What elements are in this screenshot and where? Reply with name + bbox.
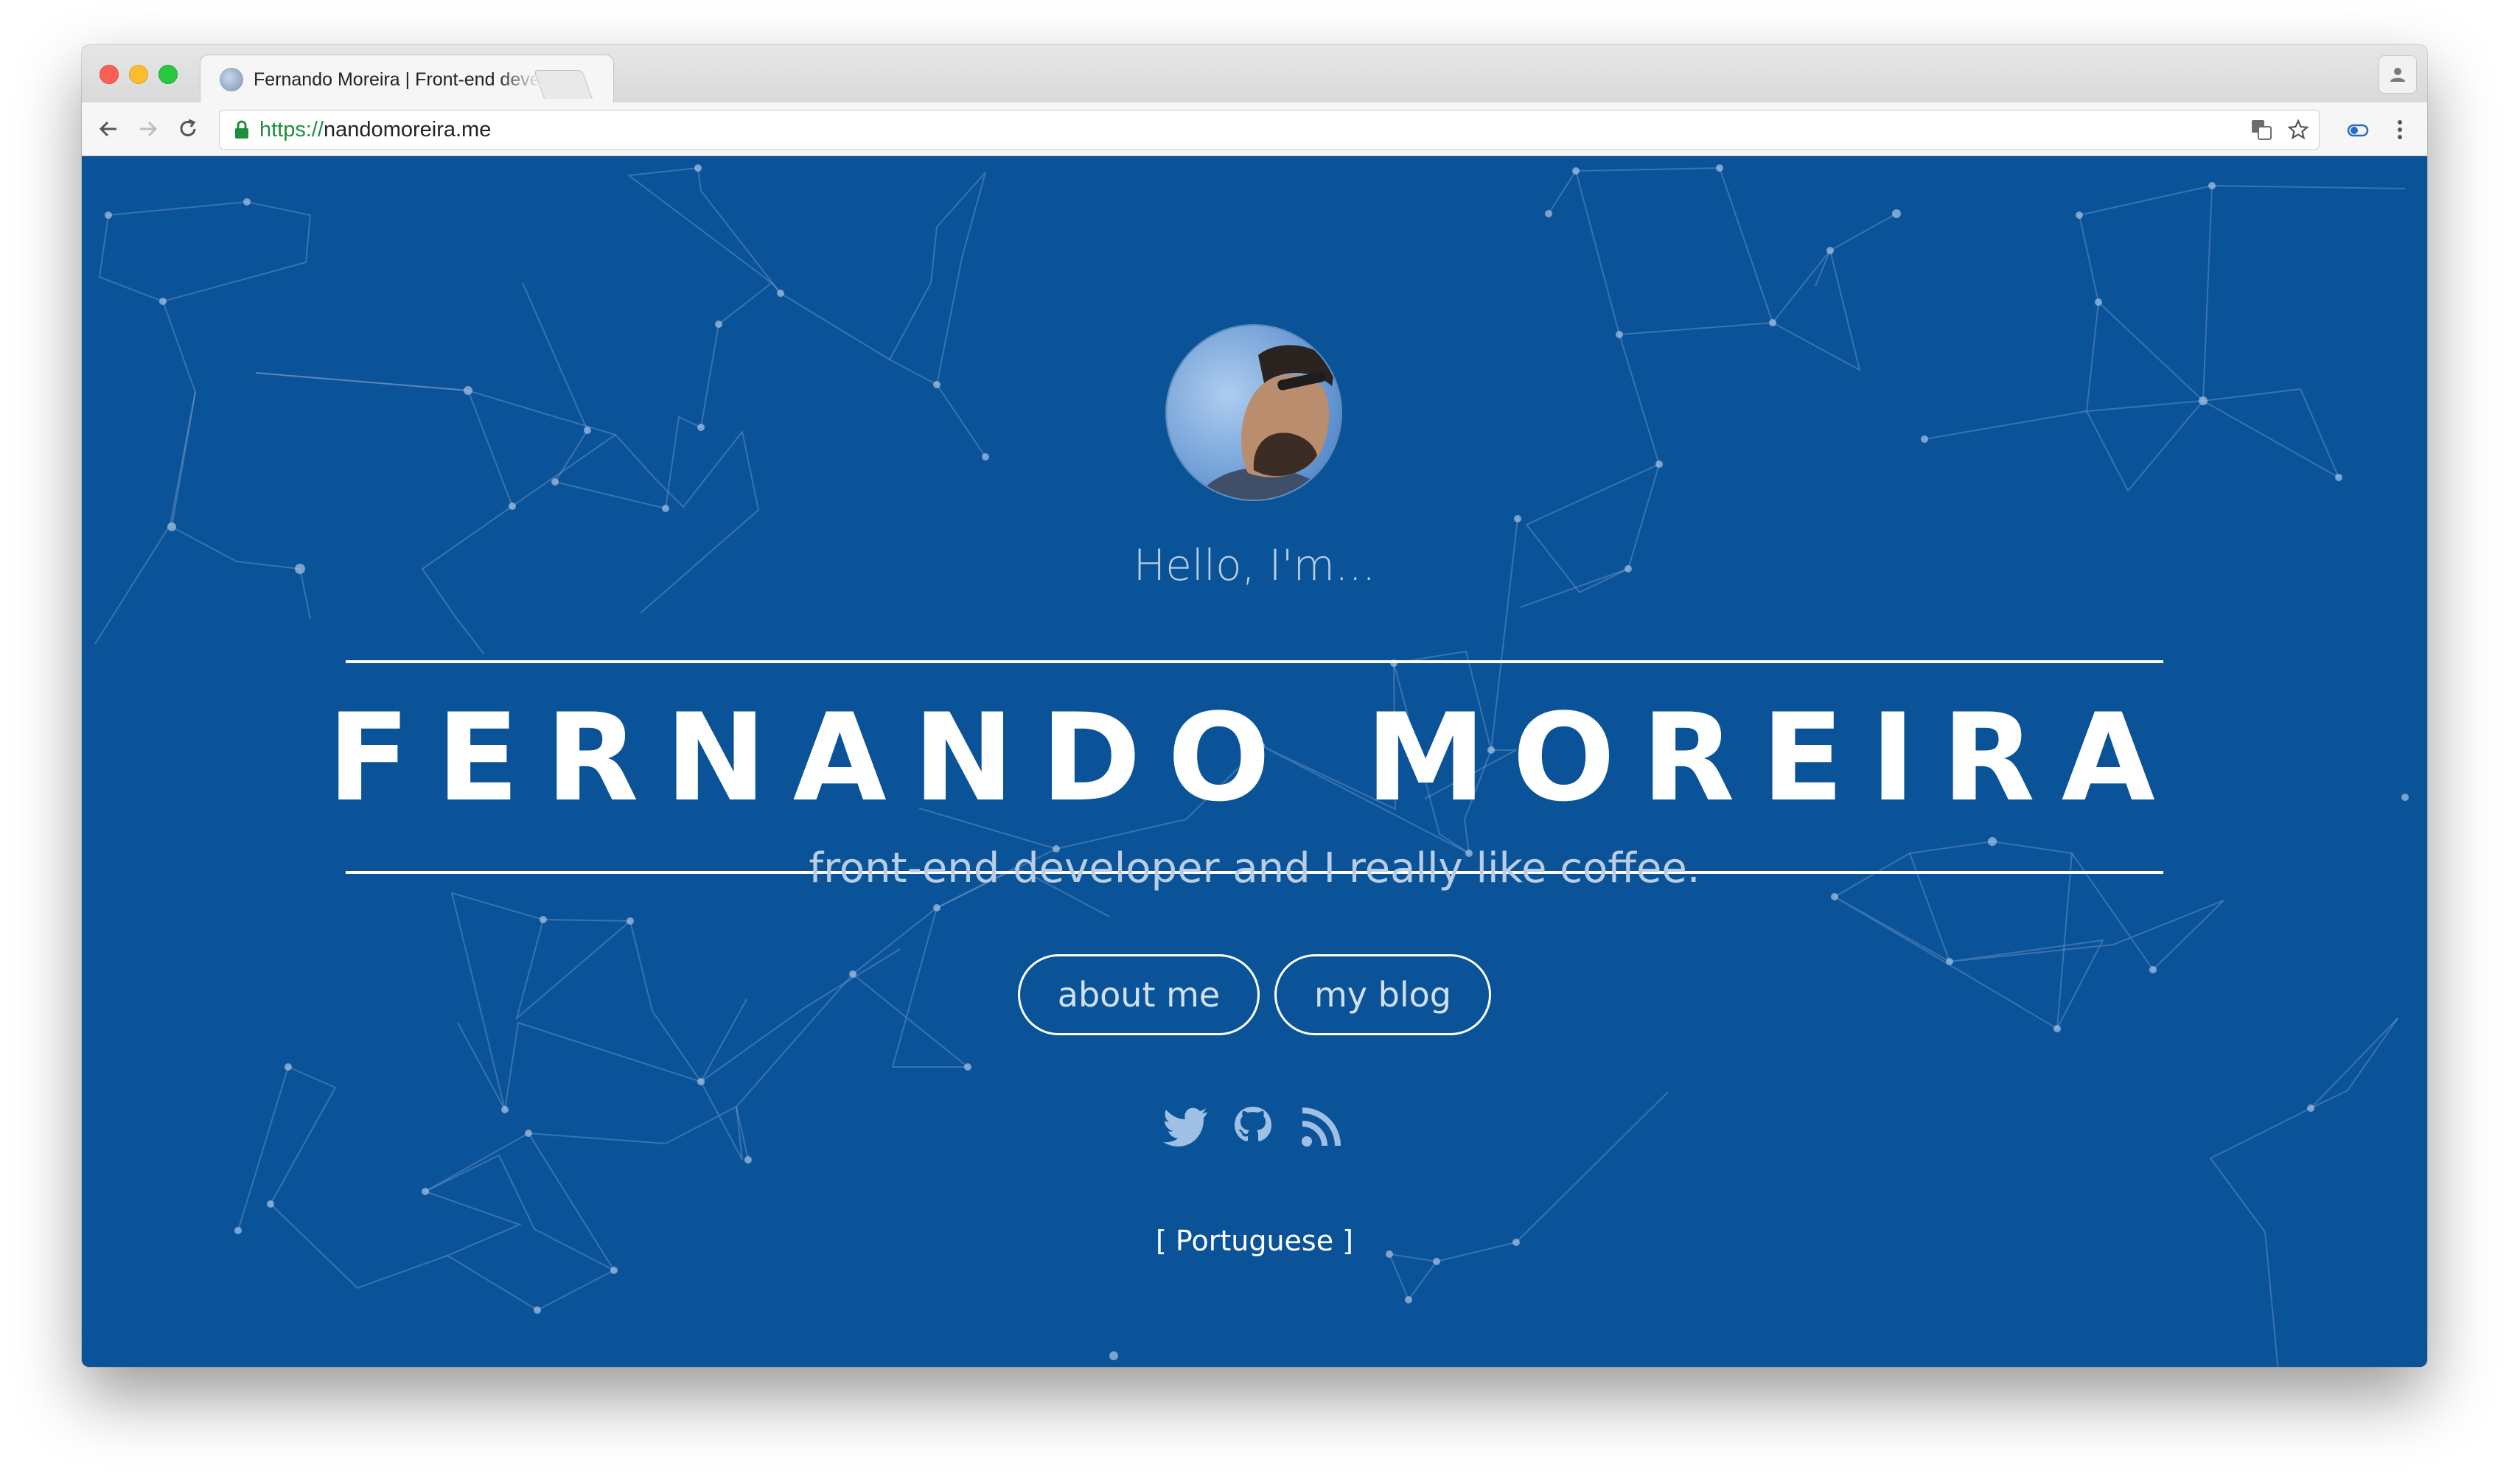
github-link[interactable] (1227, 1102, 1279, 1153)
address-bar[interactable]: https://nandomoreira.me (219, 110, 2320, 150)
translate-button[interactable] (2248, 116, 2275, 143)
browser-window: Fernando Moreira | Front-end developer × (82, 45, 2427, 1367)
star-icon (2287, 119, 2309, 140)
toggle-extension-icon (2347, 124, 2369, 137)
more-vert-icon (2398, 120, 2402, 139)
extension-button[interactable] (2345, 117, 2371, 144)
greeting-text: Hello, I'm... (1133, 540, 1376, 590)
profile-photo (1167, 326, 1341, 500)
page-title: FERNANDO MOREIRA (327, 687, 2182, 828)
omnibox-actions (2248, 116, 2311, 143)
favicon-icon (220, 68, 243, 91)
profile-button[interactable] (2379, 55, 2417, 94)
back-button[interactable] (92, 113, 125, 145)
reload-icon (180, 119, 196, 136)
tab-strip: Fernando Moreira | Front-end developer × (82, 45, 2427, 104)
person-icon (2390, 68, 2405, 82)
twitter-icon (1163, 1107, 1207, 1147)
maximize-window-button[interactable] (158, 65, 178, 84)
url-host: nandomoreira.me (324, 117, 492, 141)
tagline-text: front-end developer and I really like co… (809, 844, 1700, 892)
minimize-window-button[interactable] (129, 65, 148, 84)
top-divider (346, 660, 2163, 663)
about-me-button[interactable]: about me (1018, 954, 1260, 1035)
window-controls (100, 65, 178, 84)
lock-icon (235, 120, 248, 139)
my-blog-button[interactable]: my blog (1274, 954, 1491, 1035)
new-tab-button[interactable] (533, 70, 593, 99)
close-window-button[interactable] (100, 65, 119, 84)
rss-icon (1302, 1107, 1341, 1147)
back-arrow-icon (99, 121, 116, 137)
translate-icon (2252, 120, 2272, 140)
bookmark-button[interactable] (2285, 116, 2311, 143)
forward-button[interactable] (132, 113, 164, 145)
rss-link[interactable] (1295, 1102, 1347, 1153)
tab-title: Fernando Moreira | Front-end developer (254, 69, 541, 90)
page-content: Hello, I'm... FERNANDO MOREIRA front-end… (82, 156, 2427, 1367)
reload-button[interactable] (172, 113, 204, 145)
forward-arrow-icon (140, 121, 158, 137)
twitter-link[interactable] (1159, 1102, 1211, 1153)
browser-menu-button[interactable] (2389, 116, 2411, 144)
url-scheme: https:// (259, 117, 324, 141)
avatar (1165, 324, 1342, 501)
url-text: https://nandomoreira.me (259, 118, 491, 142)
toolbar: https://nandomoreira.me (82, 102, 2427, 156)
language-switch-link[interactable]: [ Portuguese ] (82, 1225, 2427, 1257)
github-icon (1235, 1107, 1271, 1141)
